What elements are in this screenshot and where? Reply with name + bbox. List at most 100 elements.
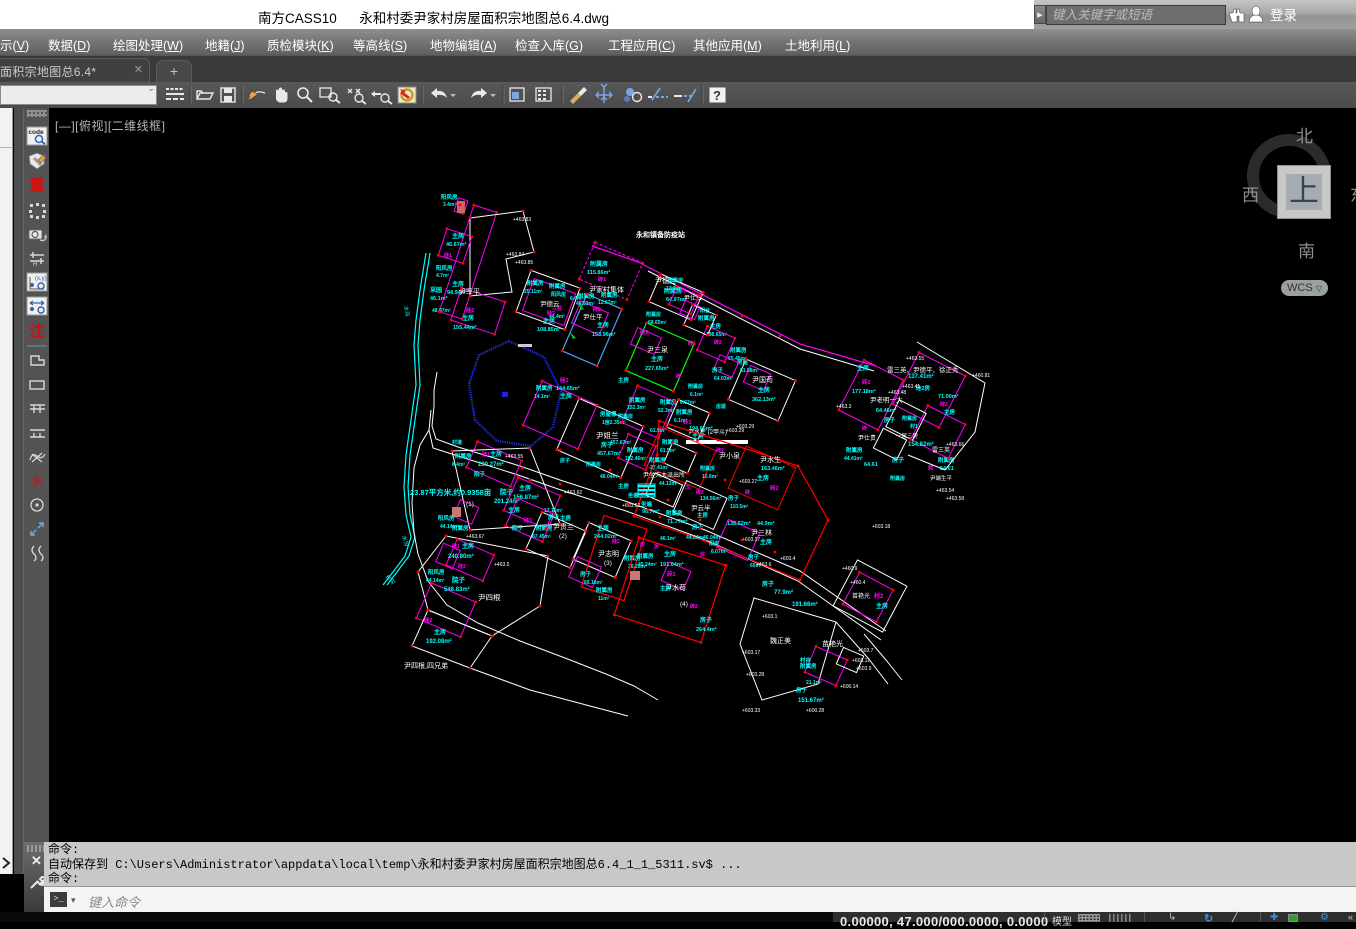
- svg-text:尹端生平: 尹端生平: [930, 474, 953, 482]
- svg-text:硅1: 硅1: [482, 451, 490, 458]
- svg-text:192.08m²: 192.08m²: [426, 638, 452, 645]
- svg-text:附属房: 附属房: [646, 311, 661, 318]
- svg-text:87.45m²: 87.45m²: [532, 534, 551, 540]
- svg-text:23.87平方米,约0.9358亩: 23.87平方米,约0.9358亩: [410, 487, 492, 497]
- svg-text:主房: 主房: [462, 314, 474, 322]
- svg-text:457.67m²: 457.67m²: [597, 450, 621, 457]
- svg-text:+463.84: +463.84: [506, 252, 524, 258]
- svg-text:苗艳光: 苗艳光: [822, 639, 843, 648]
- svg-text:11m²: 11m²: [598, 596, 610, 602]
- svg-text:主房: 主房: [758, 386, 770, 394]
- svg-text:152.3m²: 152.3m²: [627, 405, 646, 411]
- svg-text:+603.17: +603.17: [742, 650, 760, 656]
- svg-text:尹坐天太派出所: 尹坐天太派出所: [643, 471, 685, 479]
- svg-text:一层三房: 一层三房: [896, 432, 919, 440]
- svg-text:房子: 房子: [700, 616, 712, 624]
- svg-text:+603.1: +603.1: [762, 614, 778, 620]
- svg-text:院子: 院子: [500, 487, 514, 496]
- svg-text:硅2: 硅2: [458, 563, 466, 570]
- svg-text:登录: 登录: [1270, 8, 1296, 23]
- svg-text:砖2: 砖2: [696, 489, 704, 496]
- svg-text:砖2: 砖2: [667, 570, 676, 578]
- svg-text:+460.9: +460.9: [842, 566, 858, 572]
- svg-text:(1): (1): [466, 501, 474, 508]
- svg-text:主房: 主房: [857, 364, 869, 372]
- svg-text:+603.4: +603.4: [780, 556, 796, 562]
- svg-text:砖2: 砖2: [593, 306, 601, 313]
- svg-text:房子: 房子: [560, 457, 570, 464]
- svg-text:主房: 主房: [618, 482, 630, 490]
- svg-text:48.97m²: 48.97m²: [432, 308, 451, 314]
- svg-text:附属房: 附属房: [662, 438, 679, 446]
- svg-text:37.41m²: 37.41m²: [650, 465, 669, 471]
- svg-text:房子: 房子: [884, 416, 896, 424]
- svg-text:附属房: 附属房: [590, 260, 608, 268]
- svg-text:+600.14: +600.14: [840, 684, 858, 690]
- svg-text:主房: 主房: [560, 392, 572, 400]
- svg-text:院子: 院子: [452, 575, 466, 584]
- svg-text:村自: 村自: [800, 656, 811, 664]
- svg-text:152.46m²: 152.46m²: [625, 456, 647, 462]
- svg-text:附属房: 附属房: [618, 413, 633, 420]
- svg-text:硅2: 硅2: [560, 376, 569, 384]
- svg-text:附属房: 附属房: [452, 524, 469, 532]
- svg-text:+603.37: +603.37: [742, 537, 760, 543]
- svg-text:264.4m²: 264.4m²: [696, 626, 717, 633]
- svg-text:15.6m²: 15.6m²: [702, 474, 718, 480]
- svg-text:61.88m²: 61.88m²: [740, 368, 759, 374]
- svg-text:.9!: .9!: [31, 476, 44, 488]
- svg-text:房: 房: [640, 541, 645, 548]
- svg-text:+603.18: +603.18: [872, 524, 890, 530]
- svg-text:194.65m²: 194.65m²: [689, 425, 713, 432]
- svg-text:砖2: 砖2: [714, 339, 722, 346]
- svg-text:198.65m²: 198.65m²: [706, 332, 728, 338]
- svg-text:+603.9: +603.9: [856, 666, 872, 672]
- svg-text:+603.33: +603.33: [742, 708, 760, 714]
- svg-text:code: code: [28, 129, 44, 136]
- svg-text:主房: 主房: [876, 602, 888, 610]
- svg-text:主房: 主房: [462, 542, 474, 550]
- svg-text:+463.62: +463.62: [564, 490, 582, 496]
- svg-text:重: 重: [29, 176, 44, 194]
- svg-text:尹德云: 尹德云: [540, 299, 560, 308]
- svg-text:村2: 村2: [873, 592, 884, 600]
- svg-text:采园: 采园: [430, 286, 442, 294]
- svg-text:44.41m²: 44.41m²: [844, 456, 863, 462]
- svg-text:主房: 主房: [597, 321, 609, 329]
- svg-text:+463.67: +463.67: [466, 534, 484, 540]
- svg-text:房子: 房子: [728, 494, 740, 502]
- svg-text:主房: 主房: [618, 376, 630, 384]
- svg-text:硅1: 硅1: [444, 252, 452, 259]
- svg-text:71.90m²: 71.90m²: [938, 393, 959, 400]
- svg-text:附属房: 附属房: [536, 524, 553, 532]
- svg-text:61.5m²: 61.5m²: [660, 448, 676, 454]
- svg-text:+463.58: +463.58: [946, 496, 964, 502]
- svg-text:61.5m²: 61.5m²: [650, 428, 666, 434]
- svg-text:尹四根,四兄弟: 尹四根,四兄弟: [404, 661, 448, 670]
- svg-text:硅2: 硅2: [424, 616, 433, 624]
- svg-text:尹云半: 尹云半: [691, 503, 711, 512]
- svg-text:8.4m²: 8.4m²: [452, 462, 465, 468]
- svg-text:46.04m²: 46.04m²: [600, 474, 619, 480]
- svg-text:+460.4: +460.4: [850, 580, 866, 586]
- svg-text:村道: 村道: [451, 439, 462, 446]
- svg-text:46.1m²: 46.1m²: [430, 295, 448, 302]
- svg-text:附属房: 附属房: [800, 662, 817, 670]
- svg-text:房子: 房子: [892, 456, 904, 464]
- svg-text:房子: 房子: [692, 523, 704, 531]
- svg-text:163.46m²: 163.46m²: [761, 465, 785, 472]
- svg-text:227.65m²: 227.65m²: [645, 365, 669, 372]
- svg-text:108.85m²: 108.85m²: [537, 326, 561, 333]
- svg-text:+603.28: +603.28: [746, 672, 764, 678]
- svg-text:154.82m²: 154.82m²: [908, 441, 934, 448]
- svg-text:房子: 房子: [712, 366, 724, 374]
- svg-text:房子: 房子: [580, 570, 592, 578]
- svg-text:尹水生: 尹水生: [760, 455, 781, 464]
- svg-text:191.66m²: 191.66m²: [792, 601, 818, 608]
- svg-text:52.3m²: 52.3m²: [658, 408, 674, 414]
- svg-text:雷三英、尹德平、徐正秀: 雷三英、尹德平、徐正秀: [887, 365, 959, 374]
- svg-text:64.03m²: 64.03m²: [714, 376, 733, 382]
- svg-text:附属房: 附属房: [627, 446, 644, 454]
- svg-text:村1: 村1: [909, 423, 918, 430]
- svg-text:主房: 主房: [697, 511, 709, 519]
